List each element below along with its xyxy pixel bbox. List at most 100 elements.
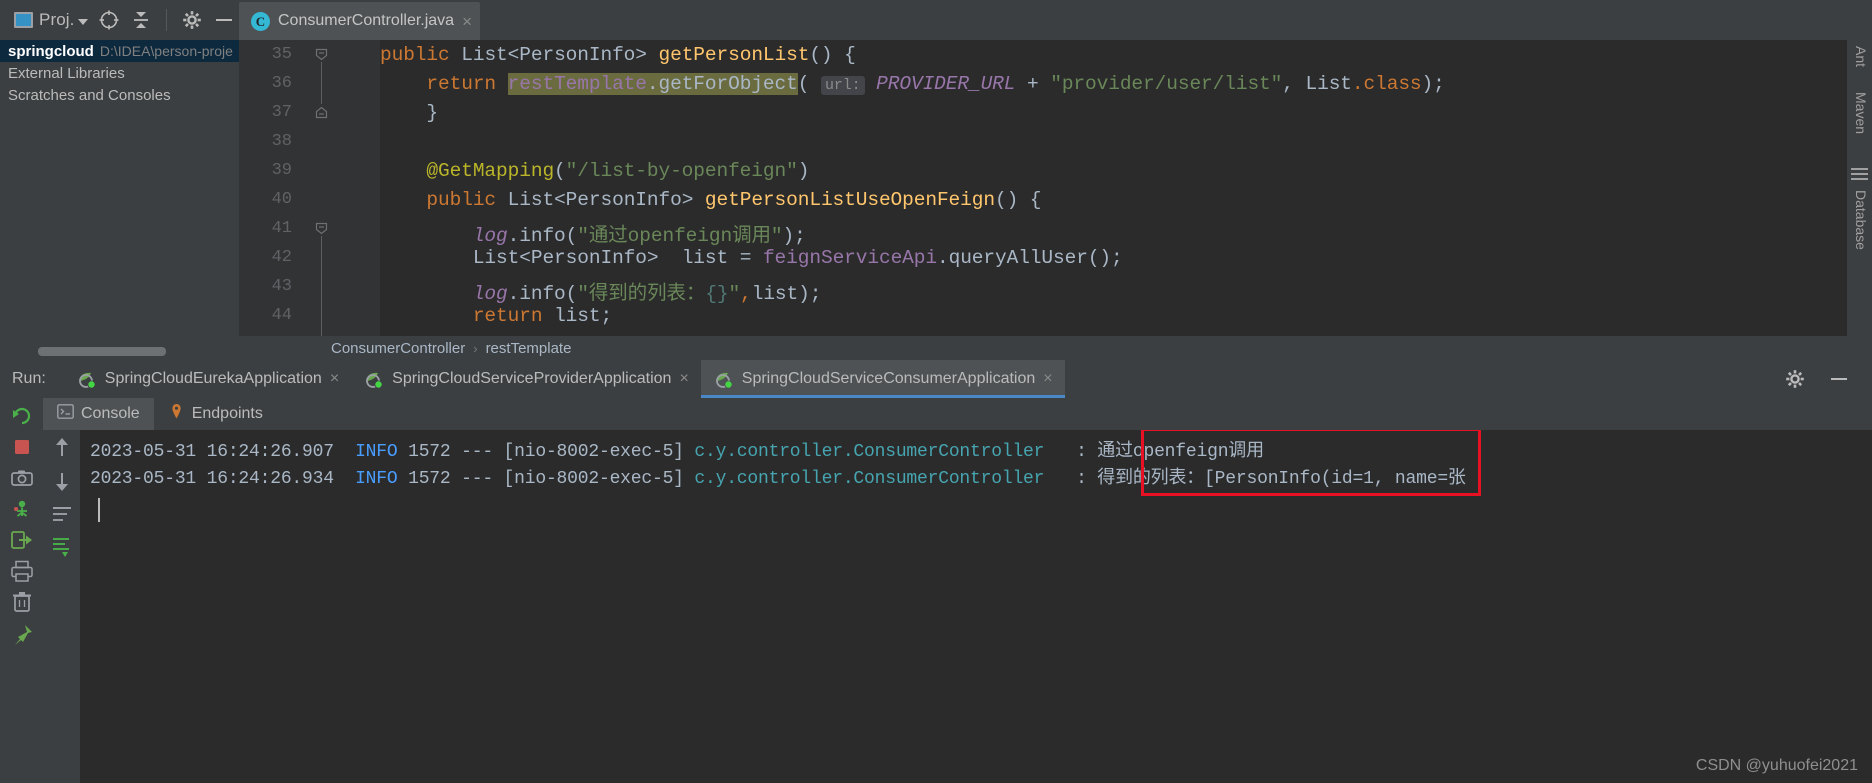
console-toolbar-secondary bbox=[43, 430, 80, 783]
tab-label: Endpoints bbox=[191, 405, 263, 422]
tok-method-info: .info bbox=[507, 225, 566, 247]
log-message: 通过openfeign调用 bbox=[1097, 442, 1264, 462]
breadcrumb: ConsumerController › restTemplate bbox=[239, 336, 1872, 360]
run-tab-consumer[interactable]: SpringCloudServiceConsumerApplication × bbox=[700, 360, 1065, 398]
project-tree-panel[interactable]: springcloud D:\IDEA\person-proje Externa… bbox=[0, 40, 239, 360]
watermark: CSDN @yuhuofei2021 bbox=[1695, 757, 1858, 774]
java-class-icon: C bbox=[251, 11, 270, 31]
spring-boot-icon bbox=[363, 369, 384, 390]
code-editor[interactable]: 35 36 37 38 39 40 41 42 43 44 public Lis… bbox=[239, 40, 1872, 336]
tok-field-feignserviceapi: feignServiceApi bbox=[762, 247, 937, 269]
hide-panel-icon[interactable] bbox=[213, 9, 235, 31]
hide-panel-icon[interactable] bbox=[1828, 368, 1850, 390]
scroll-up-icon[interactable] bbox=[49, 435, 75, 461]
run-tool-window-header: Run: SpringCloudEurekaApplication × Spri… bbox=[0, 360, 1872, 398]
tree-item-scratches-and-consoles[interactable]: Scratches and Consoles bbox=[0, 84, 239, 106]
line-number: 37 bbox=[271, 103, 292, 122]
editor-tab-strip: C ConsumerController.java × bbox=[239, 0, 1872, 40]
fold-collapse-icon[interactable] bbox=[315, 48, 328, 61]
trash-icon[interactable] bbox=[9, 589, 35, 615]
breadcrumb-item-field[interactable]: restTemplate bbox=[486, 340, 572, 357]
attach-debugger-icon[interactable] bbox=[9, 527, 35, 553]
editor-gutter[interactable]: 35 36 37 38 39 40 41 42 43 44 bbox=[239, 40, 380, 336]
tok-public-2: public bbox=[426, 189, 497, 211]
log-dashes: --- bbox=[461, 469, 493, 489]
editor-tab-consumercontroller[interactable]: C ConsumerController.java × bbox=[239, 2, 480, 40]
close-icon[interactable]: × bbox=[1043, 371, 1052, 387]
tree-item-label: springcloud bbox=[8, 42, 94, 60]
code-line-37: } bbox=[380, 102, 439, 124]
project-panel-label: Proj. bbox=[39, 10, 75, 29]
fold-end-icon[interactable] bbox=[315, 106, 328, 119]
tab-console[interactable]: Console bbox=[43, 398, 154, 430]
tool-button-maven[interactable]: Maven bbox=[1853, 92, 1869, 134]
right-tool-strip: Ant Maven Database bbox=[1847, 40, 1872, 360]
close-icon[interactable]: × bbox=[330, 371, 339, 387]
scroll-to-end-icon[interactable] bbox=[49, 534, 75, 560]
pin-icon[interactable] bbox=[9, 622, 35, 648]
tok-annotation-getmapping: @GetMapping bbox=[426, 160, 555, 182]
tok-method-info-2: .info bbox=[507, 283, 566, 305]
tok-method-getpersonlist: getPersonList bbox=[658, 44, 810, 66]
breadcrumb-separator: › bbox=[473, 340, 478, 356]
tok-list-type-3: List bbox=[472, 247, 520, 269]
breadcrumb-item-class[interactable]: ConsumerController bbox=[331, 340, 465, 357]
code-line-40: public List<PersonInfo> getPersonListUse… bbox=[426, 189, 1042, 211]
tok-format-placeholder: {} bbox=[705, 283, 729, 305]
tree-item-label: Scratches and Consoles bbox=[8, 86, 171, 104]
endpoints-icon bbox=[168, 403, 185, 425]
tree-item-external-libraries[interactable]: External Libraries bbox=[0, 62, 239, 84]
code-text-area[interactable]: public List<PersonInfo> getPersonList() … bbox=[380, 40, 1872, 336]
fold-collapse-icon-2[interactable] bbox=[315, 222, 328, 235]
tok-equals: = bbox=[739, 247, 752, 269]
tree-item-springcloud[interactable]: springcloud D:\IDEA\person-proje bbox=[0, 40, 239, 62]
chevron-down-icon bbox=[78, 19, 89, 25]
scroll-down-icon[interactable] bbox=[49, 468, 75, 494]
tok-field-log: log bbox=[472, 225, 508, 247]
horizontal-scrollbar[interactable] bbox=[38, 347, 166, 356]
editor-tab-label: ConsumerController.java bbox=[278, 12, 455, 29]
rerun-icon[interactable] bbox=[9, 403, 35, 429]
close-icon[interactable]: × bbox=[462, 13, 472, 30]
tool-button-database[interactable]: Database bbox=[1853, 190, 1869, 250]
log-thread: [nio-8002-exec-5] bbox=[503, 442, 684, 462]
log-dashes: --- bbox=[461, 442, 493, 462]
console-output[interactable]: 2023-05-31 16:24:26.907 INFO 1572 --- [n… bbox=[80, 430, 1872, 783]
locate-icon[interactable] bbox=[98, 9, 120, 31]
settings-gear-icon[interactable] bbox=[1784, 368, 1806, 390]
tok-field-log-2: log bbox=[472, 283, 508, 305]
tok-list-class: List bbox=[1305, 73, 1352, 95]
print-icon[interactable] bbox=[9, 558, 35, 584]
idea-window: Proj. C ConsumerController.java × spring… bbox=[0, 0, 1872, 783]
tok-constant-provider-url: PROVIDER_URL bbox=[876, 73, 1016, 95]
close-icon[interactable]: × bbox=[679, 371, 688, 387]
run-tab-label: SpringCloudEurekaApplication bbox=[104, 370, 322, 387]
project-panel-button[interactable]: Proj. bbox=[14, 10, 89, 30]
tab-endpoints[interactable]: Endpoints bbox=[154, 398, 277, 430]
console-icon bbox=[57, 404, 74, 424]
collapse-all-icon[interactable] bbox=[130, 9, 152, 31]
tok-string-log1: "通过openfeign调用" bbox=[577, 225, 783, 247]
line-number: 39 bbox=[271, 161, 292, 180]
run-tab-provider[interactable]: SpringCloudServiceProviderApplication × bbox=[351, 360, 701, 398]
log-logger: c.y.controller.ConsumerController bbox=[694, 442, 1045, 462]
tree-item-label: External Libraries bbox=[8, 64, 125, 82]
tok-public: public bbox=[380, 44, 450, 66]
settings-gear-icon[interactable] bbox=[181, 9, 203, 31]
run-header-actions bbox=[1784, 368, 1850, 390]
tok-string-mapping-path: "/list-by-openfeign" bbox=[565, 160, 798, 182]
log-separator: : bbox=[1076, 469, 1087, 489]
stop-icon[interactable] bbox=[9, 434, 35, 460]
code-line-41: log.info("通过openfeign调用"); bbox=[472, 225, 806, 247]
soft-wrap-icon[interactable] bbox=[49, 501, 75, 527]
highlighted-expression: restTemplate.getForObject bbox=[507, 73, 798, 95]
line-number: 44 bbox=[271, 306, 292, 325]
minus-glyph bbox=[1831, 378, 1847, 380]
code-line-39: @GetMapping("/list-by-openfeign") bbox=[426, 160, 810, 182]
tool-button-ant[interactable]: Ant bbox=[1853, 46, 1869, 67]
run-tab-label: SpringCloudServiceProviderApplication bbox=[392, 370, 672, 387]
run-tab-eureka[interactable]: SpringCloudEurekaApplication × bbox=[64, 360, 351, 398]
screenshot-camera-icon[interactable] bbox=[9, 465, 35, 491]
line-number: 42 bbox=[271, 248, 292, 267]
thread-dump-icon[interactable] bbox=[9, 496, 35, 522]
